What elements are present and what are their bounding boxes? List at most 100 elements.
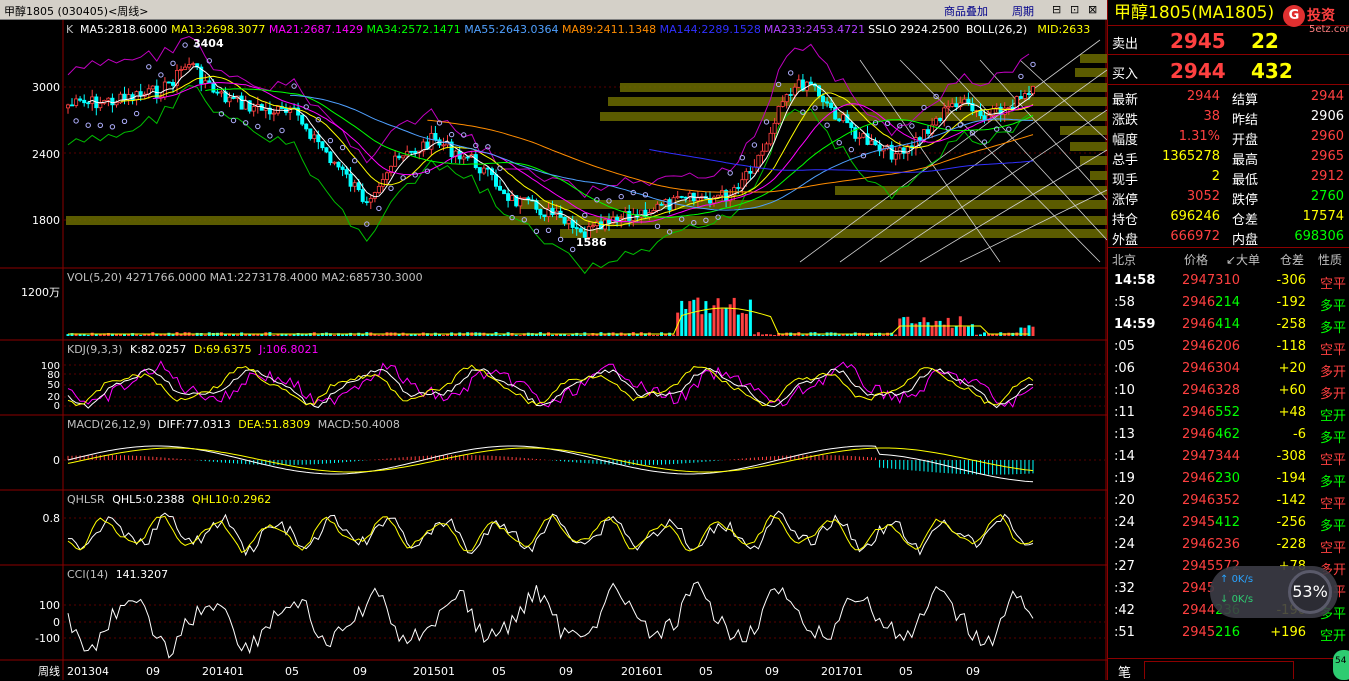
stats-row: 最新 2944 结算 2944 bbox=[1108, 87, 1349, 108]
sar-dot bbox=[158, 72, 164, 78]
sar-dot bbox=[1018, 73, 1024, 80]
vol-bar bbox=[236, 334, 240, 336]
stat-value: 2760 bbox=[1310, 189, 1344, 204]
tick-oi-change: -118 bbox=[1276, 339, 1306, 354]
tick-volume: 462 bbox=[1215, 427, 1240, 442]
tick-oi-change: -192 bbox=[1276, 295, 1306, 310]
qhlsr-header: QHLSR QHL5:0.2388 QHL10:0.2962 bbox=[67, 493, 271, 506]
window-btn-3[interactable]: ⊠ bbox=[1088, 3, 1097, 16]
candle-body bbox=[215, 91, 220, 94]
vol-bar bbox=[975, 334, 978, 336]
tick-type: 多开 bbox=[1319, 387, 1346, 402]
candle-body bbox=[393, 155, 398, 167]
tick-type: 空平 bbox=[1319, 453, 1346, 468]
tick-row[interactable]: :11 2946 552 +48 空开 bbox=[1108, 402, 1349, 424]
candle-body bbox=[578, 228, 583, 233]
window-btn-2[interactable]: ⊡ bbox=[1070, 3, 1079, 16]
tick-type: 多平 bbox=[1319, 475, 1346, 490]
sar-dot bbox=[788, 70, 794, 76]
overlay-button[interactable]: 商品叠加 bbox=[944, 3, 988, 19]
stats-row: 持仓 696246 仓差 17574 bbox=[1108, 207, 1349, 228]
cci-tick-neg100: -100 bbox=[35, 632, 60, 645]
candle-body bbox=[243, 100, 248, 110]
tick-oi-change: +48 bbox=[1278, 405, 1306, 420]
vol-bar bbox=[86, 334, 90, 336]
x-tick: 05 bbox=[492, 665, 506, 678]
tick-volume: 216 bbox=[1215, 625, 1240, 640]
x-tick: 09 bbox=[966, 665, 980, 678]
tick-row[interactable]: :51 2945 216 +196 空开 bbox=[1108, 622, 1349, 644]
ma-header-item: BOLL(26,2) bbox=[966, 23, 1027, 36]
tick-row[interactable]: :24 2946 236 -228 空平 bbox=[1108, 534, 1349, 556]
candle-body bbox=[114, 102, 119, 106]
tick-tab-label[interactable]: 笔 bbox=[1118, 662, 1131, 681]
candle-body bbox=[251, 106, 256, 112]
tick-row[interactable]: :10 2946 328 +60 多开 bbox=[1108, 380, 1349, 402]
stat-label: 结算 bbox=[1232, 93, 1259, 108]
vol-bar bbox=[966, 326, 970, 336]
tick-oi-change: -308 bbox=[1276, 449, 1306, 464]
tick-price: 2946 bbox=[1182, 361, 1216, 376]
net-speed-widget[interactable]: ↑ 0K/s ↓ 0K/s 53% bbox=[1210, 566, 1338, 618]
tick-row[interactable]: 14:59 2946 414 -258 多平 bbox=[1108, 314, 1349, 336]
candle-body bbox=[1018, 96, 1023, 99]
vol-bar bbox=[232, 334, 235, 336]
tick-time: :19 bbox=[1114, 471, 1135, 486]
vol-bar bbox=[353, 334, 357, 336]
ma-header-item: MA5:2818.6000 bbox=[80, 23, 167, 36]
candle-body bbox=[324, 147, 329, 153]
kdj-k: K:82.0257 bbox=[130, 343, 186, 356]
cci-label: CCI(14) bbox=[67, 568, 108, 581]
tick-row[interactable]: :13 2946 462 -6 多平 bbox=[1108, 424, 1349, 446]
candle-body bbox=[788, 94, 793, 96]
tick-row[interactable]: :24 2945 412 -256 多平 bbox=[1108, 512, 1349, 534]
stat-label: 开盘 bbox=[1232, 133, 1259, 148]
vol-bar bbox=[1023, 327, 1027, 336]
stat-value: 2 bbox=[1211, 169, 1220, 184]
sar-dot bbox=[1030, 61, 1036, 68]
tick-volume: 310 bbox=[1215, 273, 1240, 288]
vol-bar bbox=[744, 313, 748, 336]
vol-header: VOL(5,20) 4271766.0000 MA1:2273178.4000 … bbox=[67, 271, 423, 284]
vol-bar bbox=[821, 334, 825, 336]
window-btn-1[interactable]: ⊟ bbox=[1052, 3, 1061, 16]
ask-label: 卖出 bbox=[1112, 37, 1139, 52]
vol-bar bbox=[551, 334, 554, 336]
candle-body bbox=[978, 110, 983, 117]
sar-dot bbox=[352, 158, 358, 164]
ma-header-item: MA34:2572.1471 bbox=[367, 23, 461, 36]
side-badge[interactable]: 54 bbox=[1333, 650, 1349, 680]
vol-bar bbox=[1031, 326, 1035, 336]
tick-row[interactable]: :05 2946 206 -118 空平 bbox=[1108, 336, 1349, 358]
logo-icon: G bbox=[1283, 5, 1305, 27]
ma-header-item: MA13:2698.3077 bbox=[171, 23, 265, 36]
tick-type: 空平 bbox=[1319, 541, 1346, 556]
candle-body bbox=[502, 189, 507, 195]
stat-value: 2944 bbox=[1310, 89, 1344, 104]
candle-body bbox=[183, 66, 188, 70]
candle-body bbox=[982, 115, 987, 121]
tick-row[interactable]: :06 2946 304 +20 多开 bbox=[1108, 358, 1349, 380]
vol-bar bbox=[288, 334, 292, 336]
candle-body bbox=[86, 102, 91, 105]
tab-frame[interactable] bbox=[1144, 661, 1294, 679]
tick-row[interactable]: :20 2946 352 -142 空平 bbox=[1108, 490, 1349, 512]
period-button[interactable]: 周期 bbox=[1012, 3, 1034, 19]
qhl-line-0 bbox=[68, 510, 1034, 557]
candle-body bbox=[1006, 106, 1011, 109]
kdj-label: KDJ(9,3,3) bbox=[67, 343, 123, 356]
tick-row[interactable]: 14:58 2947 310 -306 空平 bbox=[1108, 270, 1349, 292]
upload-value: 0K/s bbox=[1231, 574, 1254, 585]
candle-body bbox=[954, 103, 959, 107]
tick-row[interactable]: :58 2946 214 -192 多平 bbox=[1108, 292, 1349, 314]
tick-time: :51 bbox=[1114, 625, 1135, 640]
stat-label: 昨结 bbox=[1232, 113, 1259, 128]
tick-price: 2946 bbox=[1182, 339, 1216, 354]
vol-bar bbox=[534, 334, 538, 336]
tick-row[interactable]: :19 2946 230 -194 多平 bbox=[1108, 468, 1349, 490]
tick-time: :10 bbox=[1114, 383, 1135, 398]
chart-area[interactable]: K MA5:2818.6000 MA13:2698.3077 MA21:2687.1… bbox=[0, 20, 1107, 680]
tick-type: 空开 bbox=[1319, 409, 1346, 424]
tick-row[interactable]: :14 2947 344 -308 空平 bbox=[1108, 446, 1349, 468]
candle-body bbox=[922, 129, 927, 141]
